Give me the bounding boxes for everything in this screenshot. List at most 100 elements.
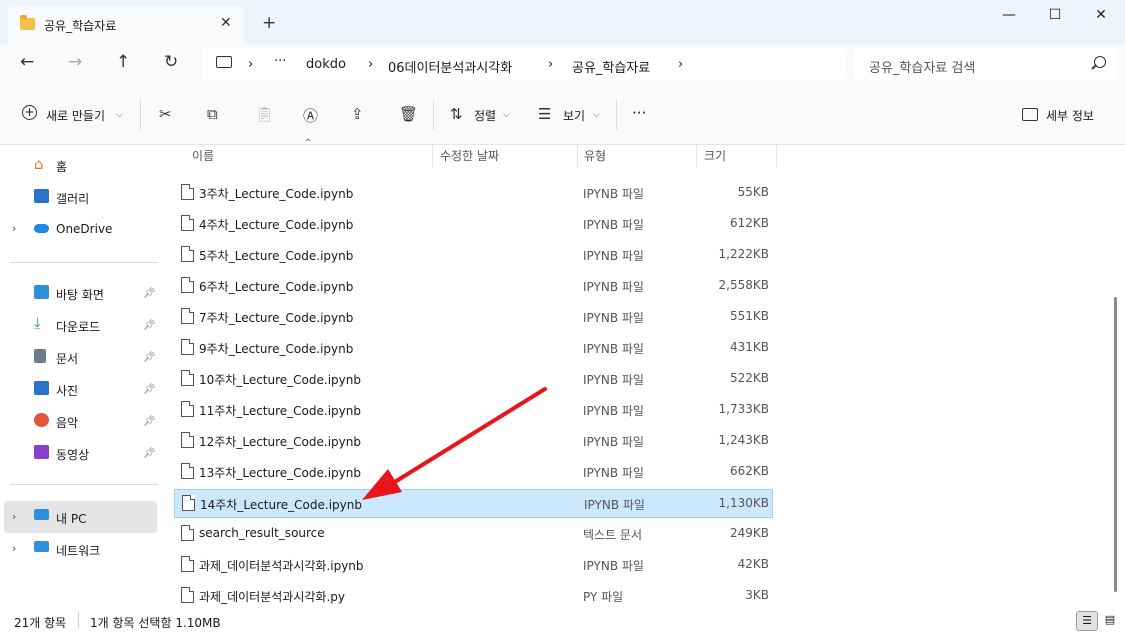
- file-row[interactable]: 10주차_Lecture_Code.ipynb IPYNB 파일 522KB: [175, 364, 772, 393]
- chevron-down-icon: ⌵: [116, 110, 123, 120]
- chevron-right-icon[interactable]: ›: [12, 222, 16, 235]
- view-button[interactable]: 보기: [563, 107, 585, 124]
- divider: [10, 262, 158, 263]
- file-size: 1,733KB: [718, 402, 769, 416]
- file-row[interactable]: 3주차_Lecture_Code.ipynb IPYNB 파일 55KB: [175, 178, 772, 207]
- column-divider[interactable]: [432, 143, 433, 167]
- tiles-view-icon[interactable]: ▤: [1100, 611, 1120, 629]
- cut-icon[interactable]: ✂: [159, 105, 172, 123]
- file-name: 10주차_Lecture_Code.ipynb: [199, 373, 361, 387]
- search-input[interactable]: 공유_학습자료 검색: [853, 48, 1116, 80]
- file-row[interactable]: 6주차_Lecture_Code.ipynb IPYNB 파일 2,558KB: [175, 271, 772, 300]
- column-divider[interactable]: [696, 143, 697, 167]
- computer-icon: [216, 56, 232, 68]
- details-button[interactable]: 세부 정보: [1046, 107, 1094, 124]
- search-placeholder: 공유_학습자료 검색: [869, 61, 976, 76]
- delete-icon[interactable]: 🗑︎: [399, 105, 418, 123]
- breadcrumb-dokdo[interactable]: dokdo: [306, 57, 346, 72]
- back-button[interactable]: ←: [20, 52, 34, 72]
- folder-icon: [20, 15, 35, 30]
- details-view-icon[interactable]: ☰: [1076, 611, 1098, 631]
- rename-icon[interactable]: Ⓐ: [303, 105, 318, 126]
- chevron-right-icon[interactable]: ›: [12, 542, 16, 555]
- more-options-button[interactable]: ···: [632, 104, 646, 122]
- paste-icon[interactable]: 📋︎: [255, 105, 274, 123]
- file-type: IPYNB 파일: [583, 311, 644, 325]
- pin-icon[interactable]: 📌︎: [143, 352, 156, 363]
- sidebar-item-label: 네트워크: [56, 544, 101, 558]
- file-name: 과제_데이터분석과시각화.py: [199, 590, 345, 604]
- plus-circle-icon: +: [22, 105, 37, 120]
- file-type: IPYNB 파일: [583, 187, 644, 201]
- file-row[interactable]: search_result_source 텍스트 문서 249KB: [175, 519, 772, 548]
- file-type: PY 파일: [583, 590, 624, 604]
- file-row[interactable]: 13주차_Lecture_Code.ipynb IPYNB 파일 662KB: [175, 457, 772, 486]
- sidebar-item-label: OneDrive: [56, 222, 113, 236]
- pin-icon[interactable]: 📌︎: [143, 416, 156, 427]
- breadcrumb-current[interactable]: 공유_학습자료: [572, 57, 650, 76]
- file-row-selected[interactable]: 14주차_Lecture_Code.ipynb IPYNB 파일 1,130KB: [174, 489, 773, 518]
- file-row[interactable]: 과제_데이터분석과시각화.ipynb IPYNB 파일 42KB: [175, 550, 772, 579]
- file-type: IPYNB 파일: [584, 498, 645, 512]
- column-divider[interactable]: [577, 143, 578, 167]
- refresh-button[interactable]: ↻: [164, 52, 178, 72]
- new-tab-button[interactable]: +: [262, 13, 276, 33]
- share-icon[interactable]: ⇪: [351, 105, 364, 123]
- vertical-scrollbar[interactable]: [1114, 297, 1117, 592]
- network-icon: [34, 541, 49, 552]
- column-divider[interactable]: [776, 143, 777, 167]
- file-type: IPYNB 파일: [583, 218, 644, 232]
- pin-icon[interactable]: 📌︎: [143, 320, 156, 331]
- file-row[interactable]: 4주차_Lecture_Code.ipynb IPYNB 파일 612KB: [175, 209, 772, 238]
- column-header-name[interactable]: 이름: [192, 147, 214, 164]
- music-icon: [34, 413, 49, 427]
- column-header-type[interactable]: 유형: [584, 147, 606, 164]
- close-window-button[interactable]: ✕: [1078, 7, 1124, 25]
- pin-icon[interactable]: 📌︎: [143, 448, 156, 459]
- file-type: IPYNB 파일: [583, 404, 644, 418]
- column-header-modified[interactable]: 수정한 날짜: [440, 147, 499, 164]
- file-type: IPYNB 파일: [583, 466, 644, 480]
- new-button[interactable]: 새로 만들기: [46, 107, 105, 124]
- file-size: 431KB: [729, 340, 769, 354]
- sidebar-item-label: 문서: [56, 352, 79, 366]
- chevron-down-icon: ⌵: [503, 110, 510, 120]
- file-size: 1,222KB: [718, 247, 769, 261]
- navigation-pane: [0, 145, 160, 609]
- copy-icon[interactable]: ⧉: [207, 105, 218, 123]
- pin-icon[interactable]: 📌︎: [143, 384, 156, 395]
- file-type: 텍스트 문서: [583, 528, 643, 542]
- file-row[interactable]: 7주차_Lecture_Code.ipynb IPYNB 파일 551KB: [175, 302, 772, 331]
- tab-current-folder[interactable]: 공유_학습자료 ✕: [8, 6, 244, 44]
- sidebar-item-label: 내 PC: [56, 512, 87, 526]
- column-header-size[interactable]: 크기: [704, 147, 726, 164]
- file-name: 4주차_Lecture_Code.ipynb: [199, 218, 354, 232]
- file-row[interactable]: 과제_데이터분석과시각화.py PY 파일 3KB: [175, 581, 772, 610]
- chevron-right-icon[interactable]: ›: [12, 510, 16, 523]
- file-name: 과제_데이터분석과시각화.ipynb: [199, 559, 364, 573]
- minimize-button[interactable]: —: [986, 7, 1032, 25]
- tab-close-icon[interactable]: ✕: [220, 15, 232, 31]
- file-row[interactable]: 12주차_Lecture_Code.ipynb IPYNB 파일 1,243KB: [175, 426, 772, 455]
- file-row[interactable]: 11주차_Lecture_Code.ipynb IPYNB 파일 1,733KB: [175, 395, 772, 424]
- file-size: 662KB: [729, 464, 769, 478]
- divider: [140, 100, 141, 130]
- file-name: 12주차_Lecture_Code.ipynb: [199, 435, 361, 449]
- up-button[interactable]: ↑: [116, 52, 130, 72]
- file-row[interactable]: 5주차_Lecture_Code.ipynb IPYNB 파일 1,222KB: [175, 240, 772, 269]
- pin-icon[interactable]: 📌︎: [143, 288, 156, 299]
- forward-button[interactable]: →: [68, 52, 82, 72]
- breadcrumb-course[interactable]: 06데이터분석과시각화: [388, 57, 512, 76]
- chevron-right-icon: ›: [248, 57, 254, 72]
- sidebar-item-label: 바탕 화면: [56, 288, 104, 302]
- chevron-right-icon: ›: [678, 57, 684, 72]
- file-size: 55KB: [737, 185, 769, 199]
- maximize-button[interactable]: ☐: [1032, 7, 1078, 25]
- address-bar[interactable]: › ··· dokdo › 06데이터분석과시각화 › 공유_학습자료 ›: [202, 48, 845, 80]
- tab-title: 공유_학습자료: [44, 19, 117, 33]
- file-icon: [181, 463, 194, 479]
- breadcrumb-more[interactable]: ···: [274, 54, 286, 69]
- sort-button[interactable]: 정렬: [474, 107, 496, 124]
- file-row[interactable]: 9주차_Lecture_Code.ipynb IPYNB 파일 431KB: [175, 333, 772, 362]
- file-size: 612KB: [729, 216, 769, 230]
